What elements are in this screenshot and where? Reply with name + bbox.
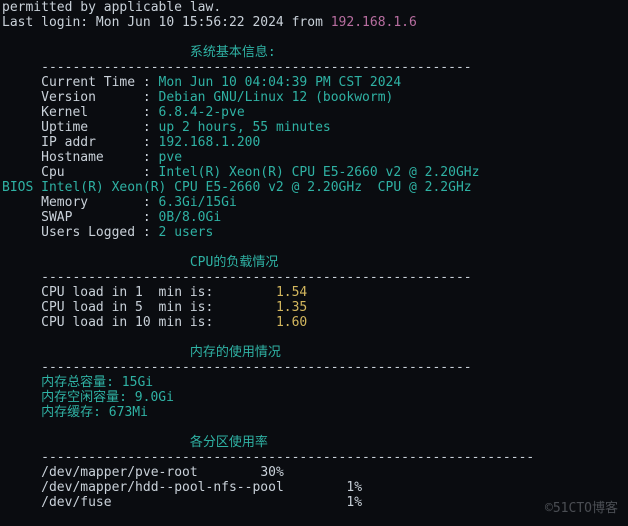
cpu-l1: CPU load in 1 min is: [41,285,213,300]
section-title-mem: 内存的使用情况 [190,345,281,360]
dashes: ----------------------------------------… [41,360,471,375]
disk-r3-pct: 1% [346,495,362,510]
sys-k-users: Users Logged : [41,225,158,240]
sys-v-host: pve [159,150,182,165]
disk-r1-dev: /dev/mapper/pve-root [41,465,198,480]
watermark: ©51CTO博客 [545,501,618,516]
dashes: ----------------------------------------… [41,60,471,75]
mem-free: 内存空闲容量: 9.0Gi [41,390,174,405]
sys-k-swap: SWAP : [41,210,158,225]
cpu-v5: 1.35 [276,300,307,315]
sys-v-cpu: Intel(R) Xeon(R) CPU E5-2660 v2 @ 2.20GH… [159,165,480,180]
sys-v-uptime: up 2 hours, 55 minutes [159,120,331,135]
sys-v-time: Mon Jun 10 04:04:39 PM CST 2024 [159,75,402,90]
disk-r2-dev: /dev/mapper/hdd--pool-nfs--pool [41,480,284,495]
sys-k-host: Hostname : [41,150,158,165]
sys-v-kernel: 6.8.4-2-pve [159,105,245,120]
sys-v-version: Debian GNU/Linux 12 (bookworm) [159,90,394,105]
section-title-disk: 各分区使用率 [190,435,268,450]
mem-total: 内存总容量: 15Gi [41,375,153,390]
cpu-v1: 1.54 [276,285,307,300]
section-title-sysinfo: 系统基本信息: [190,45,276,60]
mem-cache: 内存缓存: 673Mi [41,405,148,420]
dashes: ----------------------------------------… [41,270,471,285]
cpu-v10: 1.60 [276,315,307,330]
sys-v-swap: 0B/8.0Gi [159,210,222,225]
cpu-l10: CPU load in 10 min is: [41,315,213,330]
cpu-l5: CPU load in 5 min is: [41,300,213,315]
sys-v-ip: 192.168.1.200 [159,135,261,150]
sys-bios: BIOS Intel(R) Xeon(R) CPU E5-2660 v2 @ 2… [2,180,472,195]
disk-r3-dev: /dev/fuse [41,495,111,510]
sys-k-uptime: Uptime : [41,120,158,135]
section-title-cpuload: CPU的负载情况 [190,255,278,270]
last-login-ip: 192.168.1.6 [331,15,417,30]
sys-k-version: Version : [41,90,158,105]
sys-v-mem: 6.3Gi/15Gi [159,195,237,210]
sys-k-kernel: Kernel : [41,105,158,120]
disk-r1-pct: 30% [260,465,283,480]
last-login-time: Mon Jun 10 15:56:22 2024 from [88,15,331,30]
terminal-output[interactable]: permitted by applicable law. Last login:… [0,0,628,510]
sys-k-time: Current Time : [41,75,158,90]
last-login-prefix: Last login: [2,15,88,30]
sys-k-cpu: Cpu : [41,165,158,180]
dashes: ----------------------------------------… [41,450,534,465]
disk-r2-pct: 1% [346,480,362,495]
header-line1: permitted by applicable law. [2,0,221,15]
sys-k-mem: Memory : [41,195,158,210]
sys-v-users: 2 users [159,225,214,240]
sys-k-ip: IP addr : [41,135,158,150]
